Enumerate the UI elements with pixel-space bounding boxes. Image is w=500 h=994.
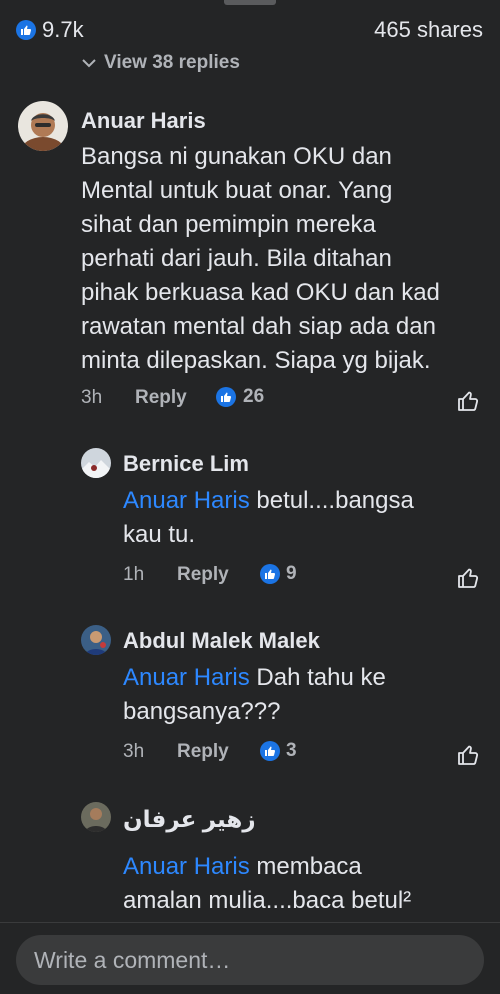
shares-count[interactable]: 465 shares xyxy=(374,17,483,43)
like-reaction-icon xyxy=(260,564,280,584)
avatar[interactable] xyxy=(18,101,68,151)
reply-timestamp[interactable]: 1h xyxy=(123,564,144,586)
comment-input[interactable]: Write a comment… xyxy=(16,935,484,985)
reply-button[interactable]: Reply xyxy=(177,564,229,586)
mention-link[interactable]: Anuar Haris xyxy=(123,664,250,691)
reply-text: Anuar Haris Dah tahu ke bangsanya??? xyxy=(123,661,483,729)
chevron-down-icon xyxy=(82,59,96,68)
reply-text: Anuar Haris membaca amalan mulia....baca… xyxy=(123,850,483,918)
reply-button[interactable]: Reply xyxy=(135,387,187,409)
like-reaction-icon xyxy=(216,387,236,407)
comment-reaction-count[interactable]: 26 xyxy=(243,386,264,408)
view-replies-label: View 38 replies xyxy=(104,52,240,73)
reply-reaction-count[interactable]: 3 xyxy=(286,740,297,762)
comment-timestamp[interactable]: 3h xyxy=(81,387,102,409)
reply-reaction-count[interactable]: 9 xyxy=(286,563,297,585)
view-replies-button[interactable]: View 38 replies xyxy=(82,52,240,74)
avatar[interactable] xyxy=(81,448,111,478)
reply-text: Anuar Haris betul....bangsa kau tu. xyxy=(123,484,483,552)
avatar[interactable] xyxy=(81,625,111,655)
mention-link[interactable]: Anuar Haris xyxy=(123,487,250,514)
like-button-icon[interactable] xyxy=(456,389,480,413)
comment-input-placeholder: Write a comment… xyxy=(34,946,231,973)
comment-composer: Write a comment… xyxy=(0,922,500,994)
mention-link[interactable]: Anuar Haris xyxy=(123,853,250,880)
reply-author-name[interactable]: Abdul Malek Malek xyxy=(123,628,320,654)
comment-text: Bangsa ni gunakan OKU dan Mental untuk b… xyxy=(81,143,440,374)
reactions-summary-bar: 9.7k 465 shares xyxy=(0,0,500,56)
like-button-icon[interactable] xyxy=(456,566,480,590)
total-reactions-count[interactable]: 9.7k xyxy=(42,17,84,43)
like-reaction-icon xyxy=(16,20,36,40)
avatar[interactable] xyxy=(81,802,111,832)
reply-timestamp[interactable]: 3h xyxy=(123,741,144,763)
reply-author-name[interactable]: زهير عرفان xyxy=(123,806,256,833)
like-button-icon[interactable] xyxy=(456,743,480,767)
comment-author-name[interactable]: Anuar Haris xyxy=(81,108,206,134)
reply-button[interactable]: Reply xyxy=(177,741,229,763)
like-reaction-icon xyxy=(260,741,280,761)
reply-author-name[interactable]: Bernice Lim xyxy=(123,451,249,477)
